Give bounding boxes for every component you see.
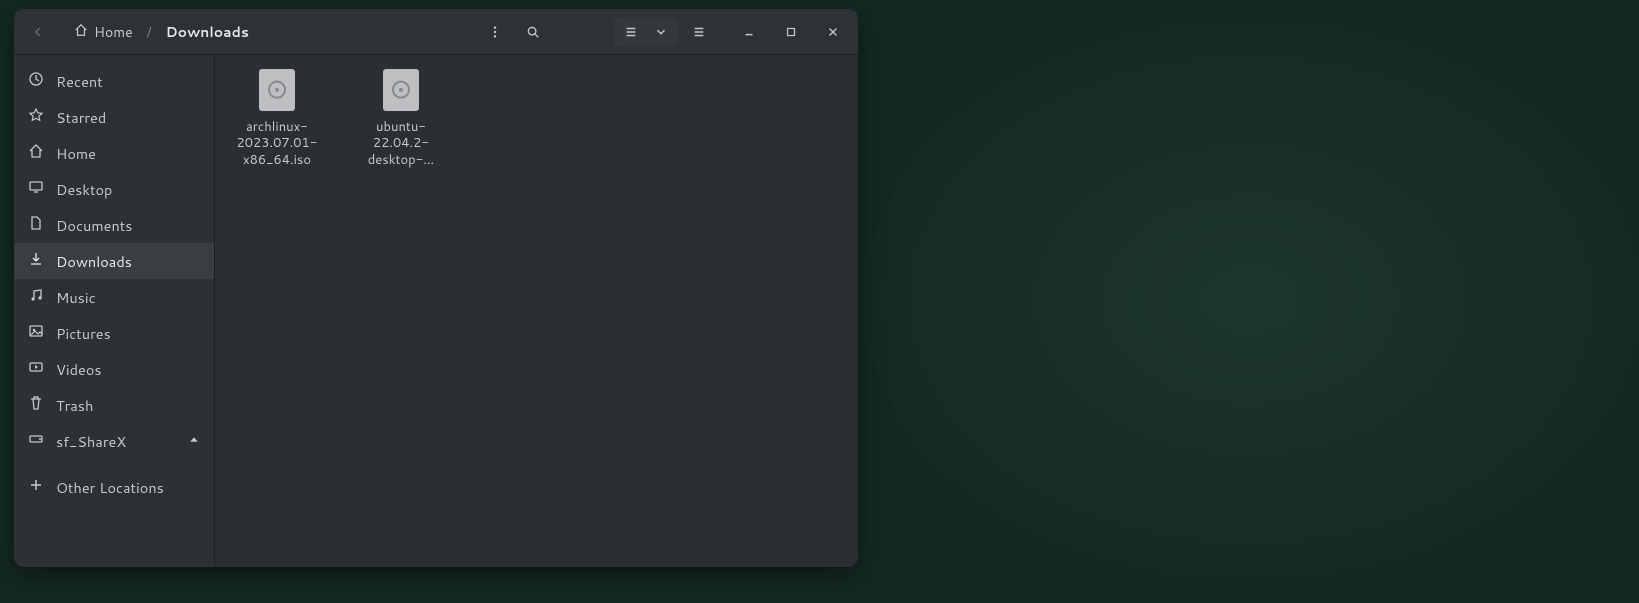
search-button[interactable] [516,17,550,47]
file-item[interactable]: ubuntu-22.04.2-desktop-… [351,69,451,168]
sidebar-item-videos[interactable]: Videos [14,351,214,387]
sidebar-item-label: Music [56,287,96,308]
sidebar-item-label: Pictures [56,323,111,344]
file-label: ubuntu-22.04.2-desktop-… [351,119,451,168]
clock-icon [28,71,44,92]
breadcrumb-current-label: Downloads [166,22,249,42]
desktop-icon [28,179,44,200]
disc-image-icon [383,69,419,111]
document-icon [28,215,44,236]
trash-icon [28,395,44,416]
home-icon [74,22,88,42]
picture-icon [28,323,44,344]
sidebar-item-music[interactable]: Music [14,279,214,315]
sidebar-item-label: Videos [56,359,102,380]
back-button[interactable] [20,16,56,48]
sidebar-item-home[interactable]: Home [14,135,214,171]
sidebar: Recent Starred Home Desktop Documents Do… [14,55,215,567]
sidebar-item-label: Trash [56,395,93,416]
sidebar-item-pictures[interactable]: Pictures [14,315,214,351]
path-menu-button[interactable] [478,17,512,47]
minimize-button[interactable] [730,17,768,47]
sidebar-item-downloads[interactable]: Downloads [14,243,214,279]
close-button[interactable] [814,17,852,47]
sidebar-item-starred[interactable]: Starred [14,99,214,135]
disc-image-icon [259,69,295,111]
sidebar-item-label: Documents [56,215,132,236]
sidebar-item-sf-sharex[interactable]: sf_ShareX [14,423,214,459]
sidebar-item-other-locations[interactable]: Other Locations [14,469,214,505]
breadcrumb-current[interactable]: Downloads [160,18,255,46]
list-view-button[interactable] [616,19,646,45]
file-item[interactable]: archlinux-2023.07.01-x86_64.iso [227,69,327,168]
maximize-button[interactable] [772,17,810,47]
hamburger-menu-button[interactable] [682,17,716,47]
breadcrumb-home[interactable]: Home [68,18,139,46]
sidebar-item-documents[interactable]: Documents [14,207,214,243]
star-icon [28,107,44,128]
sidebar-item-desktop[interactable]: Desktop [14,171,214,207]
drive-icon [28,431,44,452]
titlebar: Home / Downloads [14,9,858,55]
breadcrumb-separator: / [147,22,152,42]
window-controls [726,17,852,47]
video-icon [28,359,44,380]
home-icon [28,143,44,164]
download-icon [28,251,44,272]
plus-icon [28,477,44,498]
view-options-button[interactable] [646,19,676,45]
breadcrumb: Home / Downloads [68,18,255,46]
sidebar-item-recent[interactable]: Recent [14,63,214,99]
file-grid[interactable]: archlinux-2023.07.01-x86_64.iso ubuntu-2… [215,55,858,567]
eject-button[interactable] [188,431,200,452]
breadcrumb-home-label: Home [94,22,133,42]
sidebar-item-label: Recent [56,71,103,92]
sidebar-item-label: Home [56,143,96,164]
sidebar-item-trash[interactable]: Trash [14,387,214,423]
music-icon [28,287,44,308]
sidebar-item-label: Downloads [56,251,132,272]
file-label: archlinux-2023.07.01-x86_64.iso [227,119,327,168]
file-manager-window: Home / Downloads [14,9,858,567]
sidebar-item-label: Other Locations [56,477,164,498]
sidebar-item-label: Desktop [56,179,112,200]
sidebar-item-label: sf_ShareX [56,431,126,452]
view-mode-group [614,17,678,47]
sidebar-item-label: Starred [56,107,106,128]
